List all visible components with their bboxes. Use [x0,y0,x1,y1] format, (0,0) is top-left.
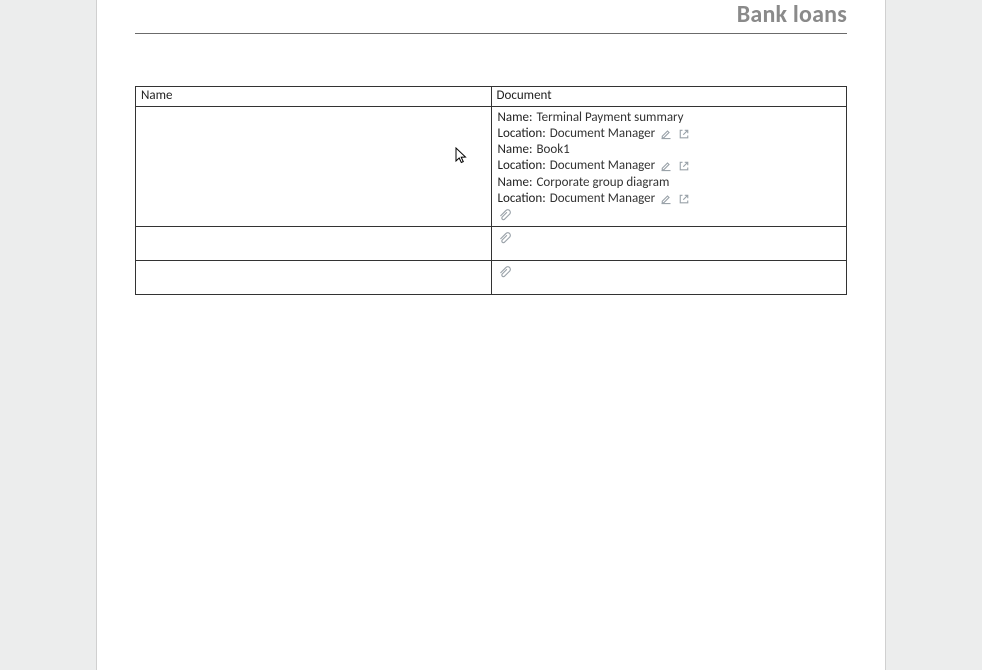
doc-name-label: Name: [498,175,533,191]
table-row [136,261,847,295]
header-row: Bank loans [135,0,847,29]
edit-icon[interactable] [659,192,673,206]
title-underline [135,33,847,34]
doc-location-line: Location: Document Manager [498,191,841,207]
doc-location-value: Document Manager [550,191,655,207]
table-row: Name: Terminal Payment summary Location:… [136,106,847,227]
open-external-icon[interactable] [677,159,691,173]
doc-location-label: Location: [498,158,546,174]
col-header-document: Document [491,87,847,107]
open-external-icon[interactable] [677,127,691,141]
doc-location-label: Location: [498,126,546,142]
doc-name-value: Book1 [536,142,569,158]
edit-icon[interactable] [659,159,673,173]
edit-icon[interactable] [659,127,673,141]
doc-name-label: Name: [498,142,533,158]
doc-entry: Name: Terminal Payment summary [498,110,841,126]
name-cell[interactable] [136,227,492,261]
doc-name-value: Terminal Payment summary [536,110,683,126]
doc-location-label: Location: [498,191,546,207]
document-cell [491,261,847,295]
attach-row [498,230,841,245]
col-header-name: Name [136,87,492,107]
doc-location-line: Location: Document Manager [498,126,841,142]
doc-location-value: Document Manager [550,158,655,174]
paperclip-icon[interactable] [498,265,512,279]
open-external-icon[interactable] [677,192,691,206]
doc-entry: Name: Corporate group diagram [498,175,841,191]
name-input[interactable] [139,109,488,127]
doc-name-value: Corporate group diagram [536,175,669,191]
document-page: Bank loans Name Document Name: [96,0,886,670]
table-header-row: Name Document [136,87,847,107]
page-title: Bank loans [737,0,847,29]
doc-entry: Name: Book1 [498,142,841,158]
table-row [136,227,847,261]
loans-table: Name Document Name: Terminal Payment sum… [135,86,847,295]
document-cell [491,227,847,261]
paperclip-icon[interactable] [498,231,512,245]
name-cell[interactable] [136,106,492,227]
paperclip-icon[interactable] [498,208,512,222]
doc-location-line: Location: Document Manager [498,158,841,174]
doc-location-value: Document Manager [550,126,655,142]
document-cell: Name: Terminal Payment summary Location:… [491,106,847,227]
attach-row [498,207,841,222]
attach-row [498,264,841,279]
name-cell[interactable] [136,261,492,295]
doc-name-label: Name: [498,110,533,126]
